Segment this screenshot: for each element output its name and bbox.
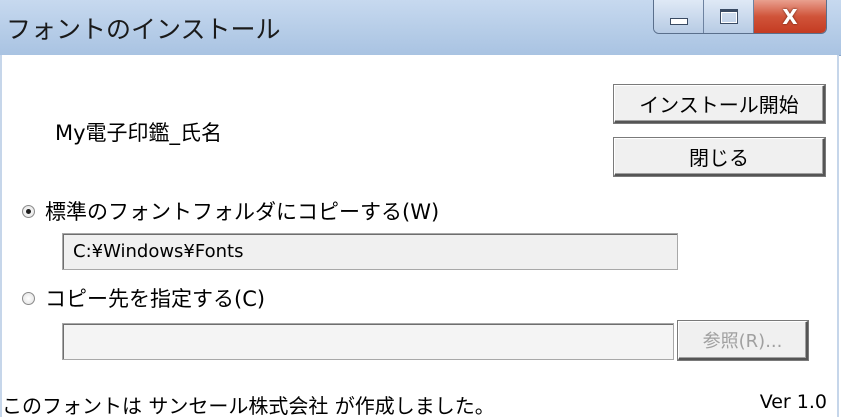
standard-folder-label: 標準のフォントフォルダにコピーする(W) xyxy=(45,200,440,224)
custom-destination-label: コピー先を指定する(C) xyxy=(45,287,266,311)
browse-button[interactable]: 参照(R)... xyxy=(678,321,808,360)
custom-destination-path-field[interactable] xyxy=(62,323,674,360)
footer-credit: このフォントは サンセール株式会社 が作成しました。 xyxy=(2,394,495,418)
minimize-button[interactable] xyxy=(654,0,704,33)
close-icon: X xyxy=(782,4,798,29)
standard-folder-radio[interactable] xyxy=(22,204,35,218)
maximize-button[interactable] xyxy=(704,0,754,33)
font-name-label: My電子印鑑_氏名 xyxy=(55,121,223,145)
custom-destination-radio[interactable] xyxy=(22,291,35,305)
standard-folder-option[interactable]: 標準のフォントフォルダにコピーする(W) xyxy=(22,196,439,226)
custom-destination-option[interactable]: コピー先を指定する(C) xyxy=(22,283,265,313)
install-start-button[interactable]: インストール開始 xyxy=(614,85,825,123)
standard-folder-path-field: C:¥Windows¥Fonts xyxy=(62,233,678,270)
version-label: Ver 1.0 xyxy=(759,391,827,413)
standard-folder-path: C:¥Windows¥Fonts xyxy=(73,241,244,262)
close-button[interactable]: 閉じる xyxy=(614,138,825,176)
close-window-button[interactable]: X xyxy=(754,0,826,33)
title-bar: フォントのインストール X xyxy=(0,0,841,56)
maximize-icon xyxy=(719,9,738,24)
window-controls: X xyxy=(653,0,827,34)
minimize-icon xyxy=(669,18,688,25)
window-title: フォントのインストール xyxy=(6,15,281,44)
